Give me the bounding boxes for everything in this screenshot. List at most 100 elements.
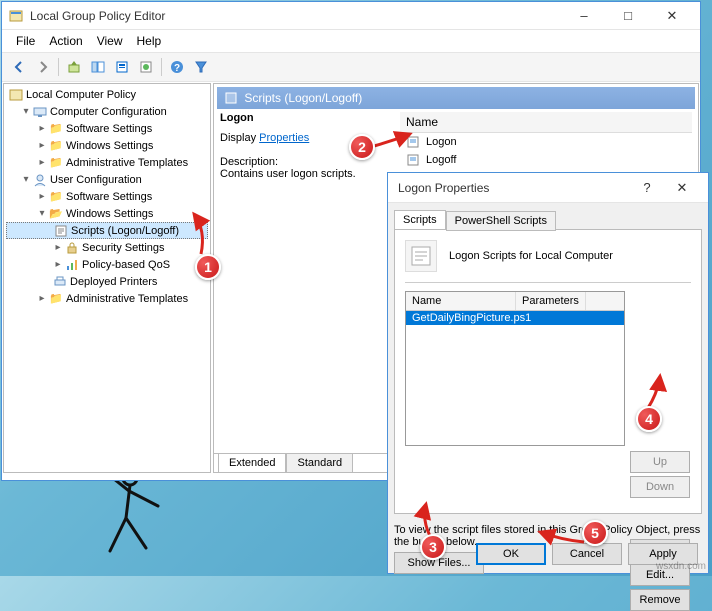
- tree-cc-adm[interactable]: ▸ 📁 Administrative Templates: [6, 154, 208, 171]
- list-item-label: Logon: [426, 136, 457, 148]
- qos-icon: [64, 258, 80, 272]
- expand-icon[interactable]: ▸: [36, 157, 48, 168]
- collapse-icon[interactable]: ▾: [20, 174, 32, 185]
- tree-computer-config[interactable]: ▾ Computer Configuration: [6, 103, 208, 120]
- callout-1: 1: [195, 254, 221, 280]
- dialog-title: Logon Properties: [394, 181, 632, 195]
- tree-cc-software[interactable]: ▸ 📁 Software Settings: [6, 120, 208, 137]
- window-controls: – □ ✕: [562, 3, 694, 29]
- col-name[interactable]: Name: [406, 292, 516, 310]
- list-item-logon[interactable]: Logon: [400, 133, 692, 151]
- menu-help[interactable]: Help: [131, 32, 168, 50]
- tree-uc-windows[interactable]: ▾ 📂 Windows Settings: [6, 205, 208, 222]
- tree-uc-scripts[interactable]: Scripts (Logon/Logoff): [6, 222, 208, 239]
- maximize-button[interactable]: □: [606, 3, 650, 29]
- toolbar: ?: [2, 53, 700, 82]
- detail-header-text: Scripts (Logon/Logoff): [244, 91, 362, 105]
- down-button[interactable]: Down: [630, 476, 690, 498]
- folder-icon: 📁: [48, 292, 64, 305]
- properties-link[interactable]: Properties: [259, 132, 309, 144]
- expand-icon[interactable]: ▸: [36, 293, 48, 304]
- tree-label: Windows Settings: [66, 208, 153, 220]
- col-name[interactable]: Name: [400, 112, 444, 132]
- listbox-row-selected[interactable]: GetDailyBingPicture.ps1: [406, 311, 624, 325]
- user-icon: [32, 173, 48, 187]
- expand-icon[interactable]: ▸: [52, 259, 64, 270]
- tree-pane[interactable]: Local Computer Policy ▾ Computer Configu…: [3, 83, 211, 473]
- separator: [161, 58, 162, 76]
- menubar: File Action View Help: [2, 30, 700, 53]
- tree-user-config[interactable]: ▾ User Configuration: [6, 171, 208, 188]
- forward-button[interactable]: [32, 56, 54, 78]
- help-button[interactable]: ?: [632, 175, 662, 201]
- menu-file[interactable]: File: [10, 32, 41, 50]
- callout-4: 4: [636, 406, 662, 432]
- expand-icon[interactable]: ▸: [36, 123, 48, 134]
- close-button[interactable]: ✕: [662, 175, 702, 201]
- tree-label: Administrative Templates: [66, 293, 188, 305]
- tree-uc-security[interactable]: ▸ Security Settings: [6, 239, 208, 256]
- tree-root[interactable]: Local Computer Policy: [6, 86, 208, 103]
- close-button[interactable]: ✕: [650, 3, 694, 29]
- detail-header: Scripts (Logon/Logoff): [217, 87, 695, 109]
- tree-label: Administrative Templates: [66, 157, 188, 169]
- col-parameters[interactable]: Parameters: [516, 292, 586, 310]
- callout-2: 2: [349, 134, 375, 160]
- lock-icon: [64, 241, 80, 255]
- folder-icon: 📁: [48, 156, 64, 169]
- up-button[interactable]: Up: [630, 451, 690, 473]
- tree-label: Scripts (Logon/Logoff): [71, 225, 179, 237]
- collapse-icon[interactable]: ▾: [36, 208, 48, 219]
- tab-standard[interactable]: Standard: [286, 453, 353, 472]
- tree-label: Windows Settings: [66, 140, 153, 152]
- tree-uc-printers[interactable]: Deployed Printers: [6, 273, 208, 290]
- script-name: GetDailyBingPicture.ps1: [412, 312, 531, 324]
- scripts-listbox[interactable]: Name Parameters GetDailyBingPicture.ps1: [405, 291, 625, 446]
- tab-scripts[interactable]: Scripts: [394, 210, 446, 230]
- policy-tree: Local Computer Policy ▾ Computer Configu…: [6, 86, 208, 307]
- expand-icon[interactable]: ▸: [52, 242, 64, 253]
- tree-uc-qos[interactable]: ▸ Policy-based QoS: [6, 256, 208, 273]
- expand-icon[interactable]: ▸: [36, 191, 48, 202]
- folder-icon: 📁: [48, 190, 64, 203]
- detail-title: Logon: [220, 112, 392, 124]
- order-buttons: Up Down: [630, 451, 690, 498]
- export-button[interactable]: [135, 56, 157, 78]
- remove-button[interactable]: Remove: [630, 589, 690, 611]
- dialog-titlebar: Logon Properties ? ✕: [388, 173, 708, 203]
- tree-label: Computer Configuration: [50, 106, 167, 118]
- collapse-icon[interactable]: ▾: [20, 106, 32, 117]
- properties-button[interactable]: [111, 56, 133, 78]
- window-title: Local Group Policy Editor: [30, 9, 562, 23]
- tab-powershell-scripts[interactable]: PowerShell Scripts: [446, 211, 556, 231]
- ok-button[interactable]: OK: [476, 543, 546, 565]
- back-button[interactable]: [8, 56, 30, 78]
- filter-button[interactable]: [190, 56, 212, 78]
- logon-properties-dialog: Logon Properties ? ✕ Scripts PowerShell …: [387, 172, 709, 574]
- tree-uc-adm[interactable]: ▸ 📁 Administrative Templates: [6, 290, 208, 307]
- watermark: wsxdn.com: [656, 561, 706, 572]
- cancel-button[interactable]: Cancel: [552, 543, 622, 565]
- tree-cc-windows[interactable]: ▸ 📁 Windows Settings: [6, 137, 208, 154]
- menu-view[interactable]: View: [91, 32, 129, 50]
- scripts-icon: [53, 224, 69, 238]
- script-desc: Logon Scripts for Local Computer: [405, 240, 691, 272]
- show-hide-tree-button[interactable]: [87, 56, 109, 78]
- script-large-icon: [405, 240, 437, 272]
- titlebar: Local Group Policy Editor – □ ✕: [2, 2, 700, 30]
- up-button[interactable]: [63, 56, 85, 78]
- list-item-logoff[interactable]: Logoff: [400, 151, 692, 169]
- svg-text:?: ?: [174, 63, 180, 74]
- script-icon: [406, 135, 422, 149]
- tree-uc-software[interactable]: ▸ 📁 Software Settings: [6, 188, 208, 205]
- expand-icon[interactable]: ▸: [36, 140, 48, 151]
- desc-text: Contains user logon scripts.: [220, 168, 392, 180]
- menu-action[interactable]: Action: [43, 32, 88, 50]
- tree-label: Policy-based QoS: [82, 259, 170, 271]
- list-item-label: Logoff: [426, 154, 456, 166]
- tab-extended[interactable]: Extended: [218, 453, 286, 472]
- computer-icon: [32, 105, 48, 119]
- minimize-button[interactable]: –: [562, 3, 606, 29]
- tree-label: Software Settings: [66, 191, 152, 203]
- help-button[interactable]: ?: [166, 56, 188, 78]
